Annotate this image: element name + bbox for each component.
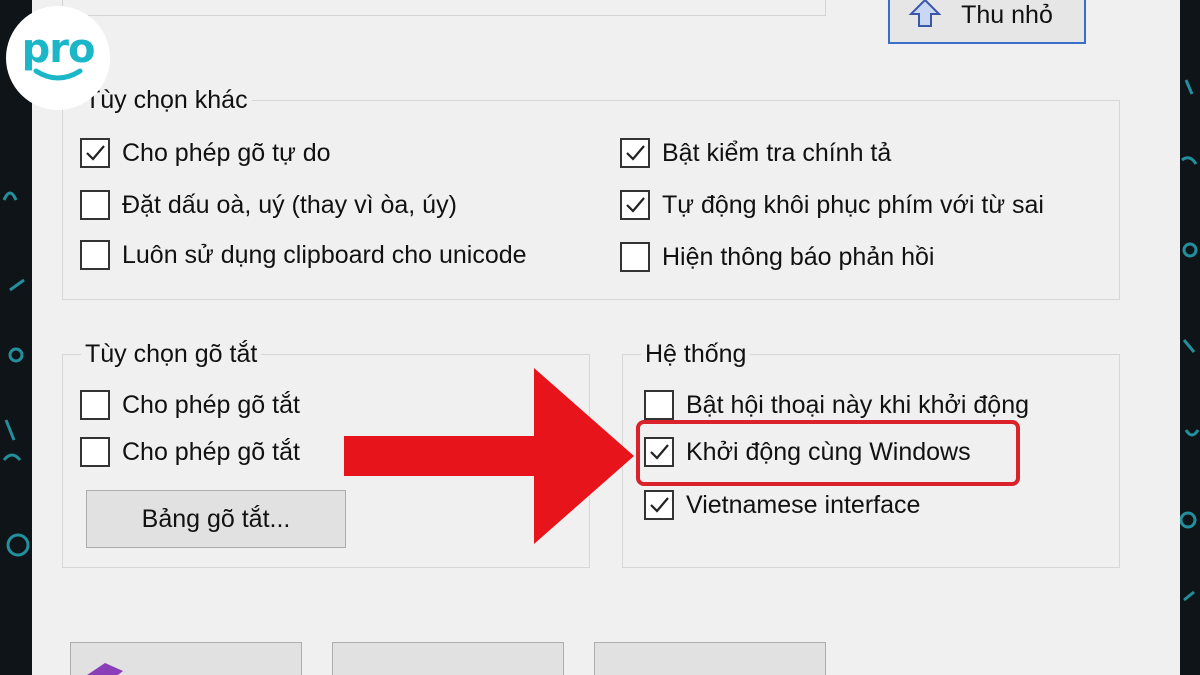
- arrow-up-icon: [908, 0, 942, 27]
- option-label: Vietnamese interface: [686, 490, 921, 519]
- system-title: Hệ thống: [641, 338, 751, 370]
- option-vietnamese-interface[interactable]: Vietnamese interface: [644, 490, 920, 520]
- checkbox[interactable]: [644, 490, 674, 520]
- bottom-button-3[interactable]: [594, 642, 826, 675]
- shortcut-options-title: Tùy chọn gõ tắt: [81, 338, 262, 370]
- option-enable-shortcut-2[interactable]: Cho phép gõ tắt: [80, 437, 300, 467]
- checkbox[interactable]: [80, 190, 110, 220]
- checkmark-icon: [650, 497, 669, 513]
- option-spell-check[interactable]: Bật kiểm tra chính tả: [620, 138, 891, 168]
- option-label: Luôn sử dụng clipboard cho unicode: [122, 240, 527, 269]
- option-label: Cho phép gõ tự do: [122, 138, 331, 167]
- option-label: Tự động khôi phục phím với từ sai: [662, 190, 1044, 219]
- brand-logo: pro: [6, 6, 110, 110]
- book-icon: [87, 663, 123, 675]
- option-show-on-startup[interactable]: Bật hội thoại này khi khởi động: [644, 390, 1029, 420]
- option-auto-restore[interactable]: Tự động khôi phục phím với từ sai: [620, 190, 1044, 220]
- minimize-button[interactable]: Thu nhỏ: [888, 0, 1086, 44]
- option-label: Bật kiểm tra chính tả: [662, 138, 892, 167]
- checkbox[interactable]: [620, 190, 650, 220]
- checkbox[interactable]: [620, 138, 650, 168]
- option-label: Hiện thông báo phản hồi: [662, 242, 935, 271]
- checkmark-icon: [626, 145, 645, 161]
- option-label: Cho phép gõ tắt: [122, 390, 300, 419]
- checkmark-icon: [626, 197, 645, 213]
- checkbox[interactable]: [80, 138, 110, 168]
- shortcut-table-label: Bảng gõ tắt...: [141, 504, 291, 533]
- checkbox[interactable]: [80, 437, 110, 467]
- checkbox[interactable]: [620, 242, 650, 272]
- option-label: Đặt dấu oà, uý (thay vì òa, úy): [122, 190, 457, 219]
- smile-icon: [33, 68, 83, 81]
- settings-dialog: Thu nhỏ Tùy chọn khác Cho phép gõ tự do …: [32, 0, 1180, 675]
- option-free-typing[interactable]: Cho phép gõ tự do: [80, 138, 331, 168]
- option-clipboard-unicode[interactable]: Luôn sử dụng clipboard cho unicode: [80, 240, 527, 270]
- bottom-button-1[interactable]: [70, 642, 302, 675]
- option-tone-placement[interactable]: Đặt dấu oà, uý (thay vì òa, úy): [80, 190, 457, 220]
- top-group-frame: [62, 0, 826, 16]
- option-label: Cho phép gõ tắt: [122, 437, 300, 466]
- minimize-label: Thu nhỏ: [961, 0, 1053, 29]
- checkbox[interactable]: [80, 240, 110, 270]
- checkbox[interactable]: [644, 390, 674, 420]
- checkmark-icon: [86, 145, 105, 161]
- logo-text: pro: [21, 26, 96, 72]
- highlight-box: [636, 420, 1020, 486]
- option-feedback-notice[interactable]: Hiện thông báo phản hồi: [620, 242, 934, 272]
- checkbox[interactable]: [80, 390, 110, 420]
- other-options-title: Tùy chọn khác: [81, 84, 252, 116]
- red-arrow-icon: [344, 368, 634, 544]
- option-label: Bật hội thoại này khi khởi động: [686, 390, 1030, 419]
- shortcut-table-button[interactable]: Bảng gõ tắt...: [86, 490, 346, 548]
- option-enable-shortcut[interactable]: Cho phép gõ tắt: [80, 390, 300, 420]
- bottom-button-2[interactable]: [332, 642, 564, 675]
